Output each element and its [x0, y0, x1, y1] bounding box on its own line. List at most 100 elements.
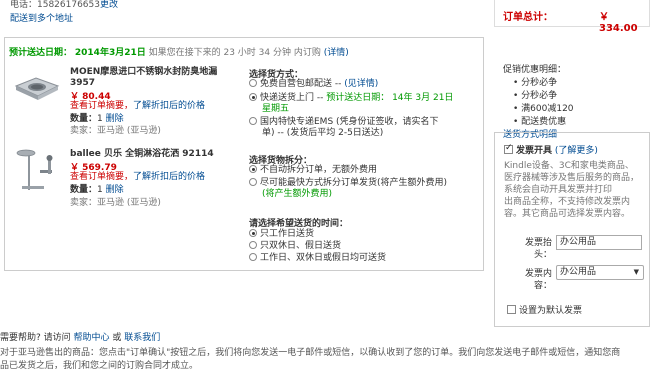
delivery-note: 如果您在接下来的 23 小时 34 分钟 内订购: [148, 48, 321, 58]
item-title[interactable]: MOEN摩恩进口不锈钢水封防臭地漏 3957: [70, 67, 217, 89]
option-text: 工作日、双休日或假日均可送货: [260, 253, 387, 263]
footer-line: 品已发货之后，我们和您之间的订购合同才成立。: [0, 361, 199, 369]
promo-item-text: 满600减120: [521, 104, 574, 114]
label-line: 头：: [533, 250, 552, 260]
item-title-line[interactable]: 3957: [70, 78, 217, 89]
radio-express[interactable]: [249, 93, 257, 101]
invoice-desc-line: Kindle设备、3C和家电类商品、: [504, 161, 634, 171]
radio-fast-split[interactable]: [249, 178, 257, 186]
default-invoice-toggle[interactable]: 设置为默认发票: [507, 303, 582, 316]
express-day: 星期五: [262, 104, 290, 114]
express-date: 预计送达日期： 14年 3月 21日: [326, 93, 454, 103]
delivery-label: 预计送达日期：: [9, 48, 73, 58]
delete-link[interactable]: 删除: [106, 114, 124, 124]
shipping-option-ems[interactable]: 国内特快专递EMS (凭身份证签收，请实名下: [249, 117, 439, 128]
label-line: 发票抬: [524, 238, 552, 248]
default-invoice-label: 设置为默认发票: [519, 306, 583, 316]
invoice-checkbox[interactable]: [504, 143, 513, 154]
time-option-weekday[interactable]: 只工作日送货: [249, 229, 314, 240]
delivery-details-link[interactable]: (详情): [324, 48, 349, 58]
order-summary: 订单总计： ￥ 334.00: [494, 0, 650, 34]
contact-us-link[interactable]: 联系我们: [124, 333, 160, 343]
ems-note: 单) -- (发货后平均 2-5日送达): [262, 128, 384, 138]
multi-address-link[interactable]: 配送到多个地址: [10, 11, 73, 24]
phone-line: 电话：15826176653更改: [10, 0, 118, 10]
floor-drain-image[interactable]: [12, 66, 62, 116]
discount-link[interactable]: 了解折扣后的价格: [133, 172, 205, 182]
chevron-down-icon: ▼: [633, 268, 639, 276]
footer-notice: 对于亚马逊售出的商品：您点击"订单确认"按钮之后，我们将向您发送一电子邮件或短信…: [0, 347, 620, 369]
split-option-fast[interactable]: 尽可能最快方式拆分订单发货(将产生额外费用): [249, 178, 447, 189]
invoice-desc: Kindle设备、3C和家电类商品、 医疗器械等涉及售后服务的商品， 系统会自动…: [504, 160, 639, 220]
promo-item: • 分秒必争: [513, 78, 558, 88]
promo-item: • 分秒必争: [513, 91, 558, 101]
split-option-none[interactable]: 不自动拆分订单，无额外费用: [249, 165, 377, 176]
invoice-desc-line: 医疗器械等涉及售后服务的商品，: [504, 173, 640, 183]
free-details-link[interactable]: (见详情): [344, 79, 378, 89]
radio-any[interactable]: [249, 253, 257, 261]
promo-details: 促销优惠明细： • 分秒必争 • 分秒必争 • 满600减120 • 配送费优惠…: [503, 64, 574, 142]
invoice-content-select[interactable]: 办公用品 ▼: [556, 265, 644, 280]
shipping-option-free[interactable]: 免费自营包邮配送 -- (见详情): [249, 79, 378, 90]
delivery-date: 2014年3月21日: [74, 48, 146, 58]
footer-line: 对于亚马逊售出的商品：您点击"订单确认"按钮之后，我们将向您发送一电子邮件或短信…: [0, 348, 621, 358]
qty-label: 数量：: [70, 114, 98, 124]
change-address-link[interactable]: 更改: [100, 0, 118, 10]
invoice-desc-line: 容。其它商品可选择发票内容。: [504, 209, 631, 219]
invoice-toggle[interactable]: 发票开具 (了解更多): [504, 143, 598, 156]
time-option-weekend[interactable]: 只双休日、假日送货: [249, 241, 341, 252]
radio-free[interactable]: [249, 79, 257, 87]
option-text: 尽可能最快方式拆分订单发货(将产生额外费用): [260, 178, 448, 188]
time-heading: 请选择希望送货的时间：: [249, 219, 349, 229]
invoice-header-input[interactable]: 办公用品: [556, 235, 642, 250]
option-text: 不自动拆分订单，无额外费用: [260, 165, 378, 175]
option-text: 只双休日、假日送货: [260, 241, 342, 251]
help-center-link[interactable]: 帮助中心: [74, 333, 110, 343]
item-seller: 卖家：亚马逊 (亚马逊): [70, 198, 161, 208]
item-notice: 查看订单摘要，了解折扣后的价格: [70, 171, 205, 183]
item-seller: 卖家：亚马逊 (亚马逊): [70, 126, 161, 136]
order-total-label: 订单总计：: [503, 12, 553, 23]
label-line: 发票内: [524, 269, 552, 279]
help-or: 或: [112, 333, 122, 343]
invoice-header-label: 发票抬 头：: [516, 237, 552, 261]
item-notice: 查看订单摘要，了解折扣后的价格: [70, 100, 205, 112]
promo-item: • 满600减120: [513, 104, 574, 114]
shipping-option-express[interactable]: 快递送货上门 -- 预计送达日期： 14年 3月 21日: [249, 93, 453, 104]
invoice-more-link[interactable]: (了解更多): [555, 146, 598, 156]
delete-link[interactable]: 删除: [106, 185, 124, 195]
option-text: 国内特快专递EMS (凭身份证签收，请实名下: [260, 117, 439, 127]
time-option-any[interactable]: 工作日、双休日或假日均可送货: [249, 253, 386, 264]
shower-image[interactable]: [12, 146, 62, 196]
invoice-title: 发票开具: [516, 146, 553, 156]
item-title-line[interactable]: MOEN摩恩进口不锈钢水封防臭地漏: [70, 67, 217, 78]
radio-weekend[interactable]: [249, 241, 257, 249]
invoice-content-label: 发票内 容：: [516, 268, 552, 292]
invoice-desc-line: 出商品全称，不支持修改发票内: [504, 197, 631, 207]
discount-link[interactable]: 了解折扣后的价格: [133, 101, 205, 111]
delivery-estimate: 预计送达日期： 2014年3月21日 如果您在接下来的 23 小时 34 分钟 …: [9, 45, 349, 58]
promo-item-text: 配送费优惠: [521, 117, 567, 127]
split-extra-fee: (将产生额外费用): [262, 189, 333, 199]
invoice-desc-line: 系统会自动开具发票并打印: [504, 185, 613, 195]
option-text: 快递送货上门 --: [260, 93, 327, 103]
help-text: 需要帮助? 请访问: [0, 333, 71, 343]
label-line: 容：: [533, 281, 552, 291]
item-notice-text: 查看订单摘要，: [70, 172, 134, 182]
qty-label: 数量：: [70, 185, 98, 195]
default-invoice-checkbox[interactable]: [507, 305, 516, 314]
radio-weekday[interactable]: [249, 229, 257, 237]
help-line: 需要帮助? 请访问 帮助中心 或 联系我们: [0, 330, 160, 343]
item-qty: 数量：1 删除: [70, 113, 124, 125]
radio-no-split[interactable]: [249, 165, 257, 173]
radio-ems[interactable]: [249, 117, 257, 125]
promo-item: • 配送费优惠: [513, 117, 567, 127]
select-value: 办公用品: [560, 267, 597, 277]
qty-value: 1: [97, 185, 103, 195]
item-qty: 数量：1 删除: [70, 184, 124, 196]
promo-item-text: 分秒必争: [521, 91, 558, 101]
order-total-amount: ￥ 334.00: [599, 12, 638, 34]
promo-item-text: 分秒必争: [521, 78, 558, 88]
item-title[interactable]: ballee 贝乐 全铜淋浴花洒 92114: [70, 149, 214, 160]
phone-text: 电话：15826176653: [10, 0, 100, 10]
